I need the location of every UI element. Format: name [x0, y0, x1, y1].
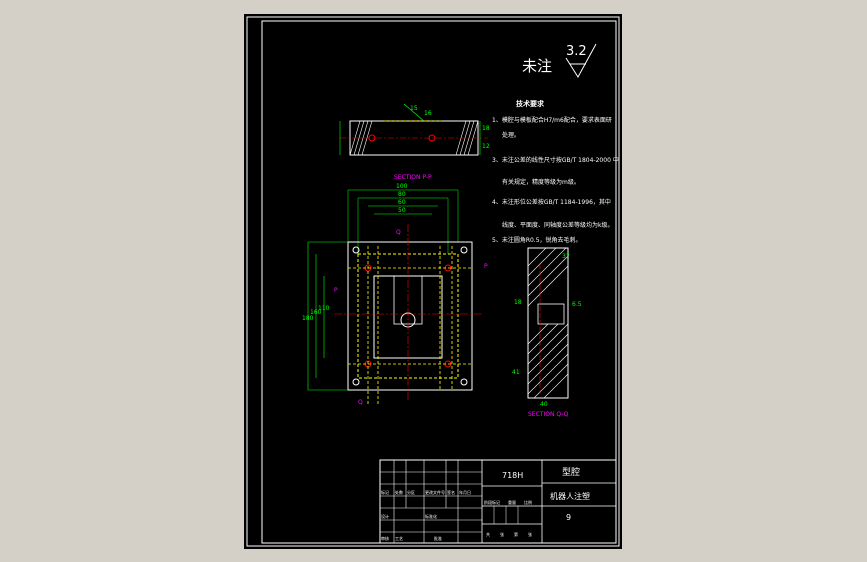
- dim-110: 110: [318, 305, 330, 312]
- top-view: 15 16 18 12: [339, 103, 490, 156]
- section-mark-q-top: Q: [396, 229, 401, 236]
- tb-label3-7: 张: [528, 531, 532, 537]
- hole-br: [460, 378, 468, 386]
- tech-req-line-7: 5、未注圆角R0.5，锐角去毛刺。: [492, 236, 582, 244]
- tech-req-line-3: 3、未注公差的线性尺寸按GB/T 1804-2000 中: [492, 156, 619, 164]
- section-mark-p-left: P: [334, 287, 338, 294]
- tb-label2-2: 标准化: [425, 513, 437, 519]
- top-dim-1: 15: [410, 105, 418, 112]
- tb-label2-1: 设计: [381, 513, 389, 519]
- drawing-sheet: 未注 3.2 15 16 18 12 技术要求 1、模腔与模板配合H7/m6配合…: [244, 14, 622, 549]
- top-dim-2: 16: [424, 110, 432, 117]
- dim-60: 60: [398, 199, 406, 206]
- tb-label-6: 年月日: [459, 489, 471, 495]
- drawing-canvas: 未注 3.2 15 16 18 12 技术要求 1、模腔与模板配合H7/m6配合…: [246, 16, 620, 547]
- section-mark-p-right: P: [484, 263, 488, 270]
- side-view-recess: [537, 303, 565, 325]
- plate-outline: [347, 241, 473, 391]
- tb-label2-4: 重量: [508, 499, 516, 505]
- side-dim-2: 18: [514, 299, 522, 306]
- tb-label-3: 分区: [407, 489, 415, 495]
- title-block: 718H 型腔 机器人注塑 9 标记 处数 分区 更改文件号 签名 年月日 设计…: [379, 459, 617, 544]
- outer-border: [246, 16, 620, 547]
- top-dim-4: 12: [482, 143, 490, 150]
- side-view: 32 18 6.5 41 40 SECTION Q-Q: [512, 247, 582, 418]
- dim-180: 180: [302, 315, 314, 322]
- title-sheet-no: 9: [566, 513, 571, 522]
- title-material: 718H: [502, 471, 523, 480]
- section-q-title: SECTION Q-Q: [528, 411, 569, 418]
- side-dim-3: 6.5: [572, 301, 582, 308]
- side-dim-5: 40: [540, 401, 548, 408]
- inner-border: [261, 20, 617, 544]
- title-part-name: 型腔: [562, 466, 580, 478]
- tb-label3-1: 审核: [381, 535, 389, 541]
- tb-label3-6: 第: [514, 531, 518, 537]
- technical-requirements: 技术要求 1、模腔与模板配合H7/m6配合，要求表面研 处理。 3、未注公差的线…: [492, 99, 619, 244]
- tech-req-line-5: 4、未注形位公差按GB/T 1184-1996，其中: [492, 198, 611, 206]
- top-dim-3: 18: [482, 125, 490, 132]
- plan-view: SECTION P-P 100 80 60 50 180 160 110 P P…: [302, 174, 488, 406]
- tb-label3-3: 批准: [434, 535, 442, 541]
- title-company: 机器人注塑: [550, 491, 590, 501]
- tb-label3-2: 工艺: [395, 536, 403, 541]
- tech-req-line-2: 处理。: [502, 131, 520, 139]
- side-dim-4: 41: [512, 369, 520, 376]
- dim-100: 100: [396, 183, 408, 190]
- tb-label-4: 更改文件号: [425, 489, 445, 495]
- roughness-note: 未注 3.2: [522, 43, 597, 78]
- dim-50: 50: [398, 207, 406, 214]
- tb-label3-4: 共: [486, 531, 490, 537]
- hole-bl: [352, 378, 360, 386]
- roughness-prefix: 未注: [522, 57, 552, 75]
- hole-tr: [460, 246, 468, 254]
- tb-label-2: 处数: [395, 489, 403, 495]
- tech-req-line-1: 1、模腔与模板配合H7/m6配合，要求表面研: [492, 116, 612, 124]
- tb-label-5: 签名: [447, 489, 455, 495]
- side-dim-1: 32: [562, 253, 570, 260]
- section-p-title: SECTION P-P: [394, 174, 432, 181]
- dim-80: 80: [398, 191, 406, 198]
- roughness-value: 3.2: [566, 44, 587, 59]
- tb-label-1: 标记: [381, 489, 389, 495]
- cavity-outline: [373, 275, 443, 359]
- tech-req-heading: 技术要求: [516, 99, 545, 108]
- section-mark-q-bottom: Q: [358, 399, 363, 406]
- tech-req-line-6: 线度、平面度、同轴度公差等级均为k级。: [502, 221, 613, 229]
- tech-req-line-4: 有关规定，精度等级为m级。: [502, 178, 580, 186]
- tb-label2-5: 比例: [524, 499, 532, 505]
- tb-label3-5: 张: [500, 531, 504, 537]
- tb-label2-3: 阶段标记: [484, 499, 500, 505]
